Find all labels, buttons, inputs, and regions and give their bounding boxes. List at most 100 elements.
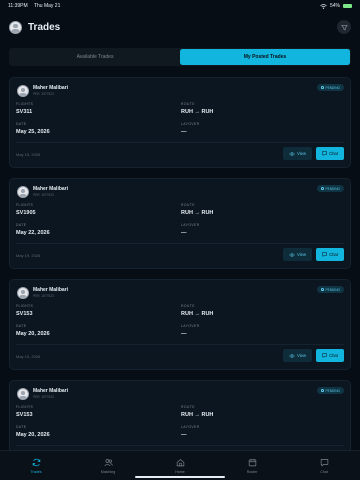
status-badge-label: PENDING — [325, 85, 340, 90]
profile-avatar[interactable] — [9, 20, 22, 34]
date-label: DATE — [16, 223, 27, 227]
chat-button-label: Chat — [329, 252, 338, 257]
chat-button[interactable]: Chat — [316, 248, 344, 261]
page-title: Trades — [28, 21, 61, 33]
poster-name: Maher Malibari — [33, 85, 69, 91]
trade-card[interactable]: Maher Malibari PER. 1577523 PENDING FLIGHTS… — [9, 178, 351, 269]
chat-button-label: Chat — [329, 151, 338, 156]
flights-value: SV153 — [16, 412, 33, 418]
route-value: RUH → RUH — [181, 210, 214, 216]
chat-icon — [320, 458, 328, 466]
chat-bubble-icon — [322, 151, 327, 156]
layover-value: — — [181, 129, 187, 135]
route-label: ROUTE — [181, 405, 195, 409]
date-label: DATE — [16, 324, 27, 328]
view-button[interactable]: View — [283, 248, 312, 261]
chat-button[interactable]: Chat — [316, 147, 344, 160]
poster-id: PER. 1577523 — [33, 294, 54, 298]
poster-name: Maher Malibari — [33, 287, 69, 293]
status-date: Thu May 21 — [33, 3, 61, 9]
battery-percent: 54% — [329, 3, 340, 9]
flights-value: SV311 — [16, 109, 33, 115]
clock-icon — [321, 288, 324, 291]
poster-id: PER. 1577523 — [33, 92, 54, 96]
home-icon — [176, 458, 184, 466]
status-badge-label: PENDING — [325, 287, 340, 292]
nav-item-chat[interactable]: Chat — [288, 451, 360, 480]
card-divider — [16, 142, 344, 143]
eye-icon — [289, 151, 295, 156]
flights-value: SV1905 — [16, 210, 36, 216]
users-icon — [103, 458, 113, 466]
date-value: May 20, 2026 — [16, 331, 50, 337]
poster-name: Maher Malibari — [33, 186, 69, 192]
layover-label: LAYOVER — [181, 122, 200, 126]
nav-label-home: Home — [175, 469, 185, 474]
trade-card[interactable]: Maher Malibari PER. 1577523 PENDING FLIGHTS… — [9, 279, 351, 370]
chat-bubble-icon — [322, 353, 327, 358]
flights-label: FLIGHTS — [16, 304, 34, 308]
status-badge-label: PENDING — [325, 388, 340, 393]
chat-bubble-icon — [322, 252, 327, 257]
status-badge: PENDING — [317, 185, 344, 192]
home-indicator — [135, 476, 225, 478]
tab-my-posted-trades[interactable]: My Posted Trades — [180, 49, 350, 65]
status-badge: PENDING — [317, 387, 344, 394]
layover-label: LAYOVER — [181, 425, 200, 429]
date-label: DATE — [16, 425, 27, 429]
flights-label: FLIGHTS — [16, 203, 34, 207]
battery-icon — [343, 3, 352, 9]
refresh-icon — [32, 458, 40, 466]
card-divider — [16, 445, 344, 446]
chat-button[interactable]: Chat — [316, 349, 344, 362]
clock-icon — [321, 389, 324, 392]
trade-tabs: Available Trades My Posted Trades — [9, 48, 351, 66]
card-divider — [16, 344, 344, 345]
nav-label-matching: Matching — [100, 469, 116, 474]
posted-date: May 19, 2026 — [16, 152, 41, 157]
view-button-label: View — [296, 353, 306, 358]
flights-label: FLIGHTS — [16, 102, 34, 106]
nav-label-roster: Roster — [246, 469, 258, 474]
layover-label: LAYOVER — [181, 223, 200, 227]
posted-date: May 19, 2026 — [16, 253, 41, 258]
view-button-label: View — [296, 151, 306, 156]
eye-icon — [289, 252, 295, 257]
route-label: ROUTE — [181, 102, 195, 106]
layover-label: LAYOVER — [181, 324, 200, 328]
status-badge-label: PENDING — [325, 186, 340, 191]
route-value: RUH → RUH — [181, 109, 214, 115]
nav-item-matching[interactable]: Matching — [72, 451, 144, 480]
route-label: ROUTE — [181, 304, 195, 308]
poster-avatar — [17, 388, 29, 400]
app-header: Trades — [0, 12, 360, 42]
status-time: 11:39PM — [8, 3, 28, 9]
view-button[interactable]: View — [283, 349, 312, 362]
date-value: May 25, 2026 — [16, 129, 50, 135]
poster-id: PER. 1577523 — [33, 193, 54, 197]
posted-date: May 19, 2026 — [16, 354, 41, 359]
trade-card[interactable]: Maher Malibari PER. 1577523 PENDING FLIGHTS… — [9, 77, 351, 168]
date-label: DATE — [16, 122, 27, 126]
view-button-label: View — [296, 252, 306, 257]
clock-icon — [321, 86, 324, 89]
tab-available-trades[interactable]: Available Trades — [10, 49, 180, 65]
filter-button[interactable] — [337, 20, 351, 34]
poster-avatar — [17, 287, 29, 299]
poster-avatar — [17, 186, 29, 198]
nav-item-roster[interactable]: Roster — [216, 451, 288, 480]
flights-value: SV153 — [16, 311, 33, 317]
layover-value: — — [181, 432, 187, 438]
status-bar: 11:39PM Thu May 21 54% — [0, 0, 360, 12]
layover-value: — — [181, 230, 187, 236]
card-divider — [16, 243, 344, 244]
status-badge: PENDING — [317, 286, 344, 293]
view-button[interactable]: View — [283, 147, 312, 160]
layover-value: — — [181, 331, 187, 337]
poster-id: PER. 1577523 — [33, 395, 54, 399]
nav-item-trades[interactable]: Trades — [0, 451, 72, 480]
chat-button-label: Chat — [329, 353, 338, 358]
poster-name: Maher Malibari — [33, 388, 69, 394]
date-value: May 20, 2026 — [16, 432, 50, 438]
flights-label: FLIGHTS — [16, 405, 34, 409]
